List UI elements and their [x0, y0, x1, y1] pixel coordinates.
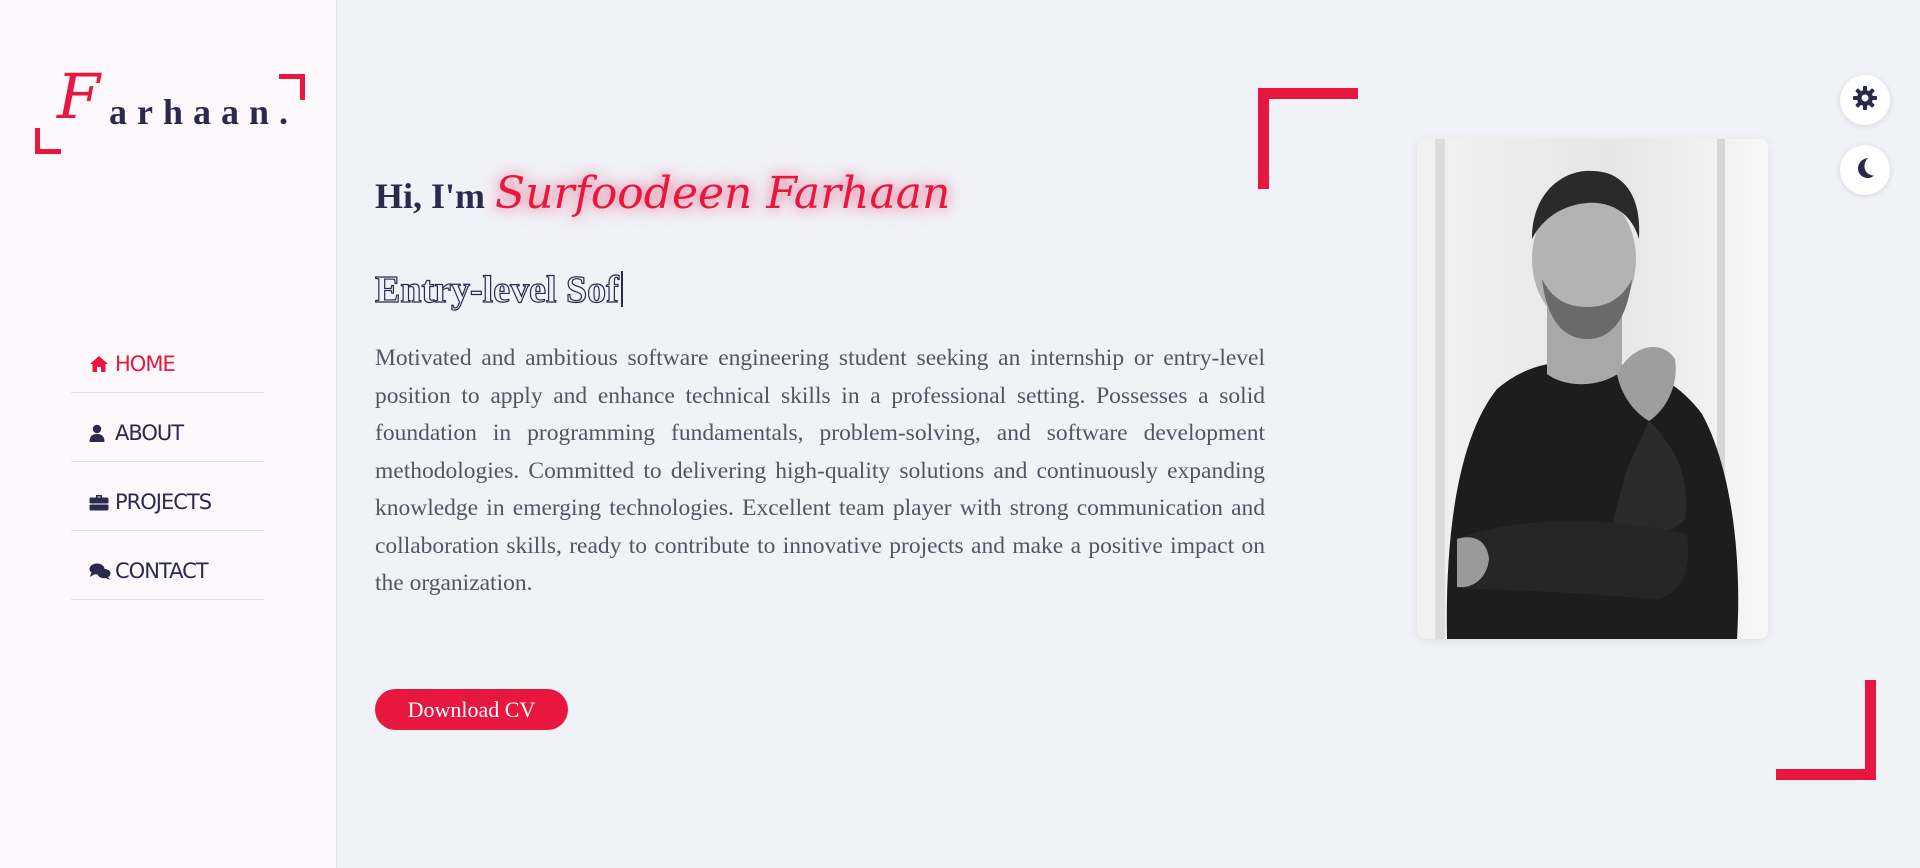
nav-item-label: PROJECTS [115, 490, 212, 514]
nav-item-about[interactable]: ABOUT [71, 393, 264, 462]
logo-text: arhaan. [109, 92, 299, 132]
sidebar: F arhaan. HOME ABOUT PROJECTS CONTACT [0, 0, 337, 868]
nav-item-home[interactable]: HOME [71, 324, 264, 393]
moon-icon [1853, 156, 1877, 185]
nav-item-projects[interactable]: PROJECTS [71, 462, 264, 531]
profile-photo [1417, 139, 1768, 639]
bio-paragraph: Motivated and ambitious software enginee… [375, 345, 1265, 596]
nav-item-contact[interactable]: CONTACT [71, 531, 264, 600]
gear-icon [1852, 85, 1878, 116]
typed-role-text: Entry-level Sof [374, 268, 619, 311]
comments-icon [89, 561, 111, 581]
theme-toggle-button[interactable] [1840, 145, 1890, 195]
user-icon [89, 423, 111, 443]
photo-frame-corner-top-left [1258, 88, 1358, 189]
typing-cursor [620, 271, 623, 307]
logo-initial: F [57, 60, 101, 133]
hero-name: Surfoodeen Farhaan [495, 168, 951, 219]
home-icon [89, 354, 111, 374]
briefcase-icon [89, 492, 111, 512]
logo[interactable]: F arhaan. [33, 66, 305, 154]
hero-greeting: Hi, I'm Surfoodeen Farhaan [375, 168, 950, 219]
typed-role: Entry-level Sof [374, 268, 623, 312]
nav-item-label: HOME [115, 352, 176, 376]
settings-button[interactable] [1840, 75, 1890, 125]
photo-frame-corner-bottom-right [1776, 680, 1876, 780]
download-cv-button[interactable]: Download CV [375, 689, 568, 730]
greeting-text: Hi, I'm [375, 176, 486, 216]
nav-item-label: ABOUT [115, 421, 184, 445]
main-nav: HOME ABOUT PROJECTS CONTACT [71, 324, 264, 600]
nav-item-label: CONTACT [115, 559, 209, 583]
